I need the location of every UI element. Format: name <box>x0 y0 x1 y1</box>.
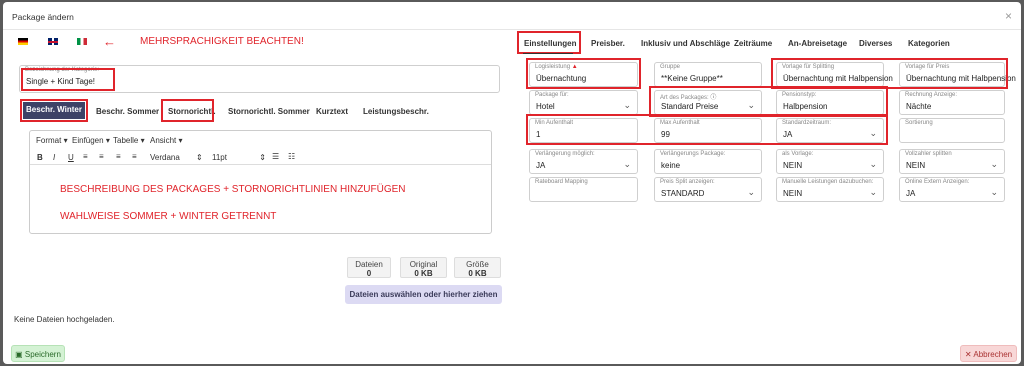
chevron-down-icon: ⌄ <box>990 187 998 197</box>
align-center-icon[interactable]: ≡ <box>99 152 104 161</box>
annotation-season-hint: WAHLWEISE SOMMER + WINTER GETRENNT <box>60 211 277 222</box>
tab-an-abreisetage[interactable]: An-Abreisetage <box>788 39 847 48</box>
chevron-down-icon: ⌄ <box>990 159 998 169</box>
underline-button[interactable]: U <box>68 153 74 162</box>
tab-stornorichtl-sommer[interactable]: Stornorichtl. Sommer <box>228 107 310 116</box>
align-justify-icon[interactable]: ≡ <box>132 152 137 161</box>
package-modal: Package ändern × ← MEHRSPRACHIGKEIT BEAC… <box>3 2 1021 364</box>
rechnung-anzeige-field[interactable]: Rechnung Anzeige: Nächte <box>899 90 1005 115</box>
annotation-multilingual: MEHRSPRACHIGKEIT BEACHTEN! <box>140 36 304 47</box>
tab-beschr-sommer[interactable]: Beschr. Sommer <box>96 107 159 116</box>
close-icon[interactable]: × <box>1005 9 1012 23</box>
annotation-box-storno <box>161 99 214 122</box>
menu-format[interactable]: Format ▾ <box>36 136 68 145</box>
bullet-list-icon[interactable]: ☰ <box>272 152 279 161</box>
annotation-box-vorlagen <box>771 58 1008 89</box>
bold-button[interactable]: B <box>37 153 43 162</box>
upload-dropzone[interactable]: Dateien auswählen oder hierher ziehen <box>345 285 502 304</box>
chevron-down-icon: ⌄ <box>869 187 877 197</box>
stat-original: Original 0 KB <box>400 257 447 278</box>
annotation-arrow: ← <box>103 34 116 49</box>
annotation-description-hint: BESCHREIBUNG DES PACKAGES + STORNORICHTL… <box>60 184 406 195</box>
modal-title: Package ändern <box>12 12 74 22</box>
als-vorlage-select[interactable]: als Vorlage: NEIN ⌄ <box>776 149 884 174</box>
manuelle-leistungen-select[interactable]: Manuelle Leistungen dazubuchen: NEIN ⌄ <box>776 177 884 202</box>
no-files-text: Keine Dateien hochgeladen. <box>14 315 115 324</box>
annotation-box-art-pension <box>649 86 888 117</box>
rich-text-editor[interactable]: Format ▾ Einfügen ▾ Tabelle ▾ Ansicht ▾ … <box>29 130 492 234</box>
align-left-icon[interactable]: ≡ <box>83 152 88 161</box>
flag-italy-icon[interactable] <box>77 38 87 45</box>
tab-diverses[interactable]: Diverses <box>859 39 892 48</box>
online-extern-select[interactable]: Online Extern Anzeigen: JA ⌄ <box>899 177 1005 202</box>
annotation-box-winter <box>20 99 88 122</box>
stat-groesse: Größe 0 KB <box>454 257 501 278</box>
annotation-box-category <box>21 68 115 91</box>
active-tab-underline <box>523 53 573 54</box>
tab-preisber[interactable]: Preisber. <box>591 39 625 48</box>
annotation-box-logis <box>526 58 641 89</box>
chevron-down-icon: ⌄ <box>623 100 631 110</box>
flag-uk-icon[interactable] <box>48 38 58 45</box>
menu-tabelle[interactable]: Tabelle ▾ <box>113 136 145 145</box>
chevron-down-icon: ⌄ <box>747 187 755 197</box>
sortierung-field[interactable]: Sortierung <box>899 118 1005 143</box>
save-icon: ▣ <box>15 350 23 359</box>
tab-inklusiv[interactable]: Inklusiv und Abschläge <box>641 39 730 48</box>
font-family-select[interactable]: Verdana ⇕ <box>150 153 203 162</box>
chevron-down-icon: ⌄ <box>623 159 631 169</box>
annotation-box-aufenthalt <box>526 114 888 145</box>
stat-dateien: Dateien 0 <box>347 257 391 278</box>
verlaengerungs-package-field[interactable]: Verlängerungs Package: keine <box>654 149 762 174</box>
annotation-box-einstellungen <box>517 31 581 54</box>
rateboard-field[interactable]: Rateboard Mapping <box>529 177 638 202</box>
close-icon: ✕ <box>964 350 972 359</box>
tab-zeitraeume[interactable]: Zeiträume <box>734 39 772 48</box>
tab-kategorien[interactable]: Kategorien <box>908 39 950 48</box>
vollzahler-select[interactable]: Vollzahler splitten NEIN ⌄ <box>899 149 1005 174</box>
italic-button[interactable]: I <box>53 153 55 162</box>
cancel-button[interactable]: ✕ Abbrechen <box>960 345 1017 362</box>
gruppe-field[interactable]: Gruppe **Keine Gruppe** <box>654 62 762 87</box>
numbered-list-icon[interactable]: ☷ <box>288 152 295 161</box>
preis-split-select[interactable]: Preis Split anzeigen: STANDARD ⌄ <box>654 177 762 202</box>
menu-ansicht[interactable]: Ansicht ▾ <box>150 136 182 145</box>
package-fuer-select[interactable]: Package für: Hotel ⌄ <box>529 90 638 115</box>
modal-header: Package ändern × <box>3 2 1021 30</box>
align-right-icon[interactable]: ≡ <box>116 152 121 161</box>
font-size-select[interactable]: 11pt ⇕ <box>212 153 266 162</box>
editor-toolbar: Format ▾ Einfügen ▾ Tabelle ▾ Ansicht ▾ … <box>30 131 491 165</box>
verlaengerung-select[interactable]: Verlängerung möglich: JA ⌄ <box>529 149 638 174</box>
tab-kurztext[interactable]: Kurztext <box>316 107 348 116</box>
tab-leistungsbeschr[interactable]: Leistungsbeschr. <box>363 107 429 116</box>
flag-german-icon[interactable] <box>18 38 28 45</box>
save-button[interactable]: ▣ Speichern <box>11 345 65 362</box>
chevron-down-icon: ⌄ <box>869 159 877 169</box>
menu-einfuegen[interactable]: Einfügen ▾ <box>72 136 110 145</box>
